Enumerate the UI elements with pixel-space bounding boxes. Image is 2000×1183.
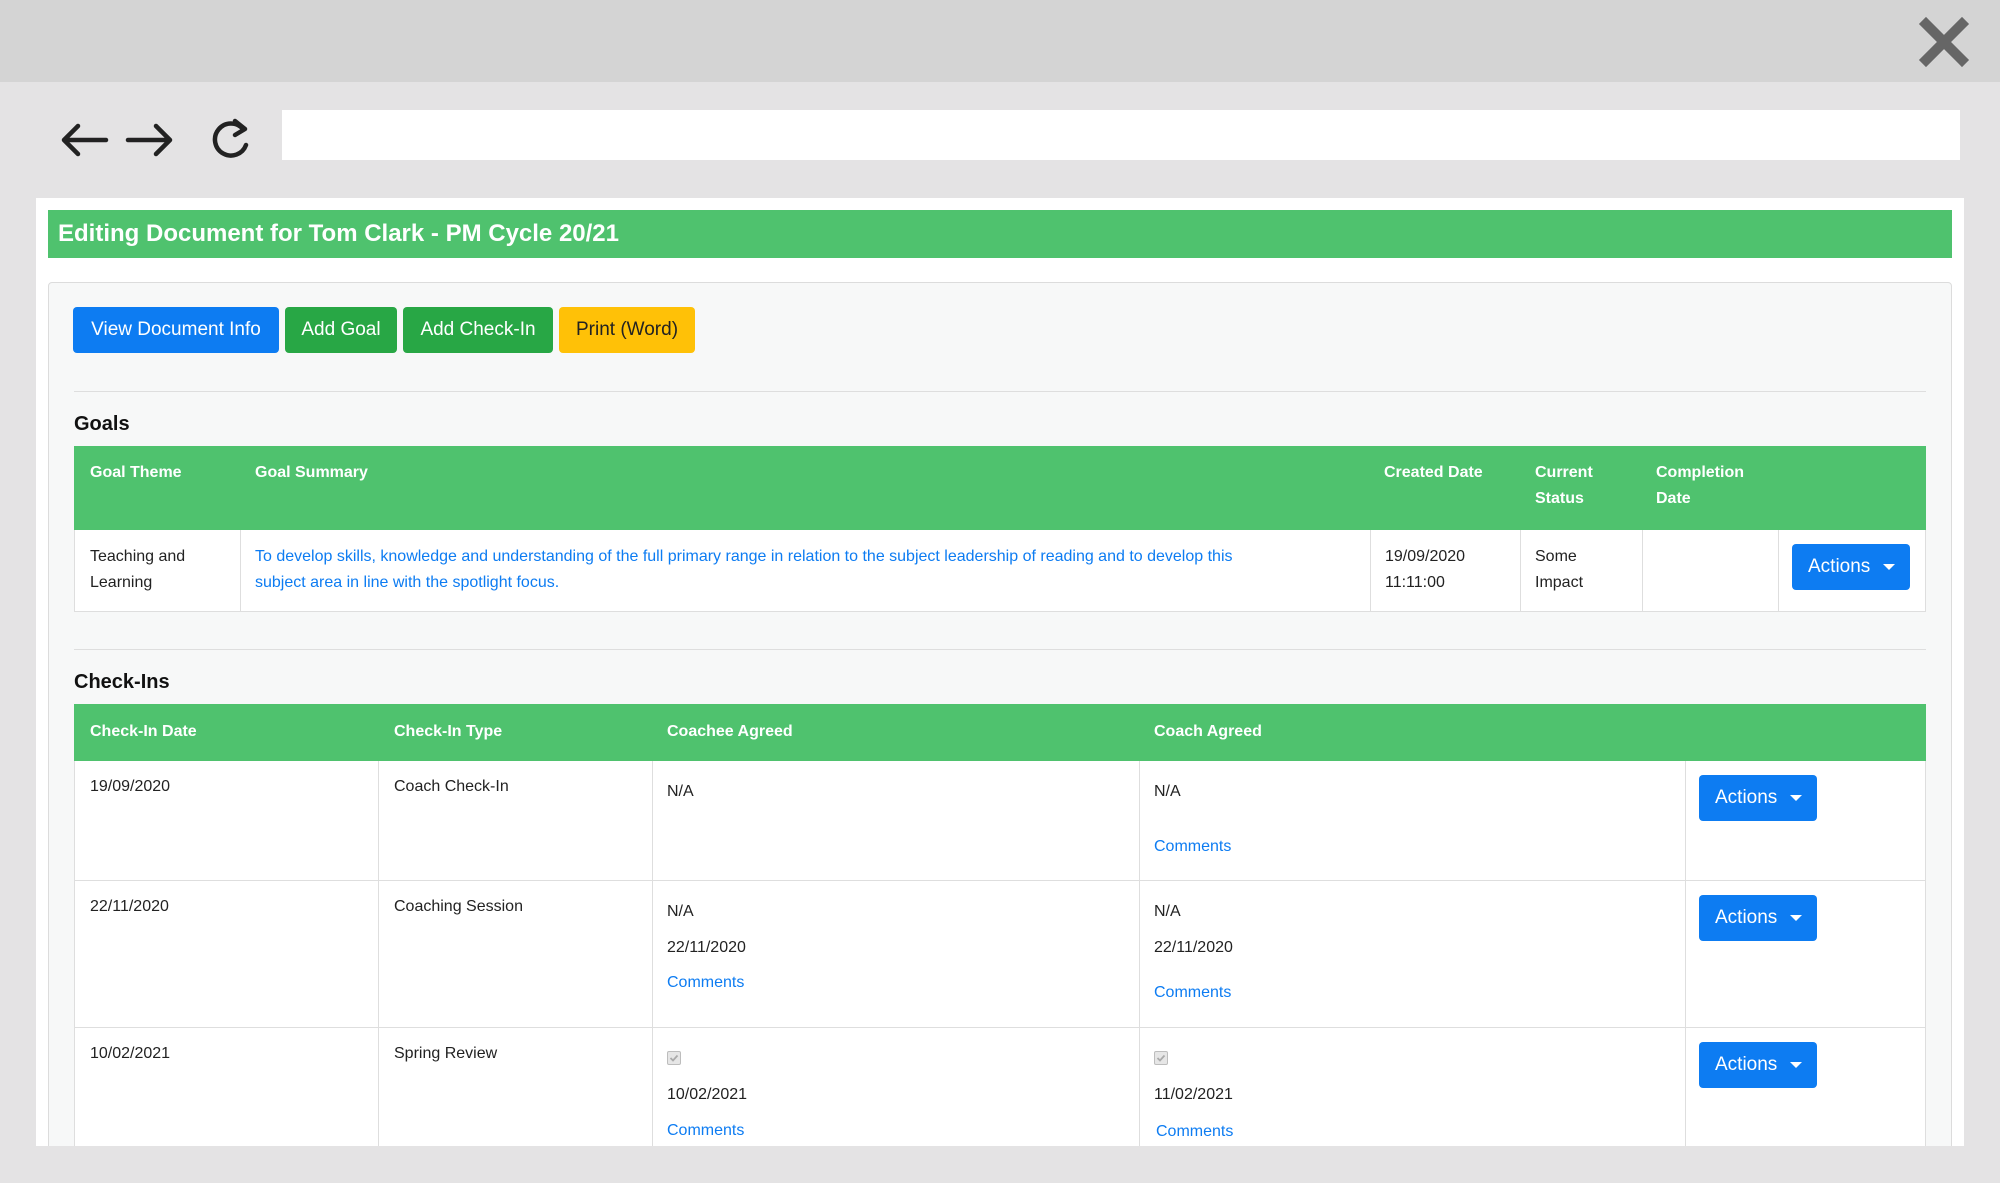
add-checkin-button[interactable]: Add Check-In	[403, 307, 553, 353]
coachee-agreed-checkbox	[667, 1051, 681, 1065]
page-title: Editing Document for Tom Clark - PM Cycl…	[48, 210, 1952, 258]
coach-date-cell: 11/02/2021	[1154, 1086, 1233, 1103]
coachee-status-cell: N/A	[667, 783, 694, 800]
checkin-actions-dropdown[interactable]: Actions	[1699, 1042, 1817, 1088]
caret-down-icon	[1790, 915, 1802, 921]
page-content: Editing Document for Tom Clark - PM Cycl…	[36, 198, 1964, 1146]
caret-down-icon	[1883, 564, 1895, 570]
checkins-heading: Check-Ins	[74, 671, 170, 693]
add-goal-button[interactable]: Add Goal	[285, 307, 397, 353]
goal-summary-header: Goal Summary	[255, 464, 368, 481]
goal-row: Teaching and Learning To develop skills, …	[74, 530, 1926, 612]
checkin-row: 22/11/2020 Coaching Session N/A 22/11/20…	[74, 881, 1926, 1028]
created-date-header: Created Date	[1384, 464, 1483, 481]
goals-heading: Goals	[74, 413, 130, 435]
checkin-type-header: Check-In Type	[394, 723, 503, 740]
close-icon[interactable]	[1918, 16, 1970, 68]
checkin-date-cell: 10/02/2021	[90, 1045, 171, 1062]
goal-status-cell: Some Impact	[1535, 548, 1584, 591]
checkin-type-cell: Coaching Session	[394, 898, 523, 915]
coach-agreed-checkbox	[1154, 1051, 1168, 1065]
coachee-agreed-header: Coachee Agreed	[667, 723, 793, 740]
goal-created-date-cell: 19/09/2020 11:11:00	[1385, 548, 1466, 591]
coach-status-cell: N/A	[1154, 783, 1181, 800]
checkin-type-cell: Coach Check-In	[394, 778, 509, 795]
reload-icon[interactable]	[206, 118, 258, 162]
caret-down-icon	[1790, 795, 1802, 801]
coach-agreed-header: Coach Agreed	[1154, 723, 1262, 740]
coach-comments-link[interactable]: Comments	[1154, 834, 1231, 860]
goal-summary-link[interactable]: To develop skills, knowledge and underst…	[255, 544, 1233, 596]
checkin-type-cell: Spring Review	[394, 1045, 498, 1062]
address-bar-input[interactable]	[282, 110, 1960, 160]
checkin-date-header: Check-In Date	[90, 723, 197, 740]
checkin-actions-dropdown[interactable]: Actions	[1699, 895, 1817, 941]
coach-date-cell: 22/11/2020	[1154, 939, 1233, 956]
divider	[74, 649, 1926, 650]
coach-comments-link[interactable]: Comments	[1154, 980, 1231, 1006]
coach-comments-link[interactable]: Comments	[1156, 1119, 1233, 1145]
checkins-table-header: Check-In Date Check-In Type Coachee Agre…	[74, 704, 1926, 761]
coachee-comments-link[interactable]: Comments	[667, 970, 744, 996]
goal-theme-header: Goal Theme	[90, 464, 182, 481]
checkin-row: 19/09/2020 Coach Check-In N/A N/A Commen…	[74, 761, 1926, 881]
checkin-date-cell: 22/11/2020	[90, 898, 169, 915]
current-status-header: Current Status	[1535, 464, 1593, 507]
coachee-status-cell: N/A	[667, 903, 694, 920]
coachee-comments-link[interactable]: Comments	[667, 1118, 744, 1144]
goals-table-header: Goal Theme Goal Summary Created Date Cur…	[74, 446, 1926, 530]
print-word-button[interactable]: Print (Word)	[559, 307, 695, 353]
arrow-right-icon[interactable]	[124, 118, 176, 162]
checkin-actions-dropdown[interactable]: Actions	[1699, 775, 1817, 821]
checkin-date-cell: 19/09/2020	[90, 778, 171, 795]
window-titlebar	[0, 0, 2000, 82]
caret-down-icon	[1790, 1062, 1802, 1068]
document-card: View Document Info Add Goal Add Check-In…	[48, 282, 1952, 1146]
checkin-row: 10/02/2021 Spring Review 10/02/2021 Comm…	[74, 1028, 1926, 1146]
divider	[74, 391, 1926, 392]
coach-status-cell: N/A	[1154, 903, 1181, 920]
view-document-info-button[interactable]: View Document Info	[73, 307, 279, 353]
coachee-date-cell: 10/02/2021	[667, 1086, 748, 1103]
goal-actions-dropdown[interactable]: Actions	[1792, 544, 1910, 590]
goal-theme-cell: Teaching and Learning	[90, 548, 186, 591]
coachee-date-cell: 22/11/2020	[667, 939, 746, 956]
completion-date-header: Completion Date	[1656, 464, 1744, 507]
arrow-left-icon[interactable]	[58, 118, 110, 162]
